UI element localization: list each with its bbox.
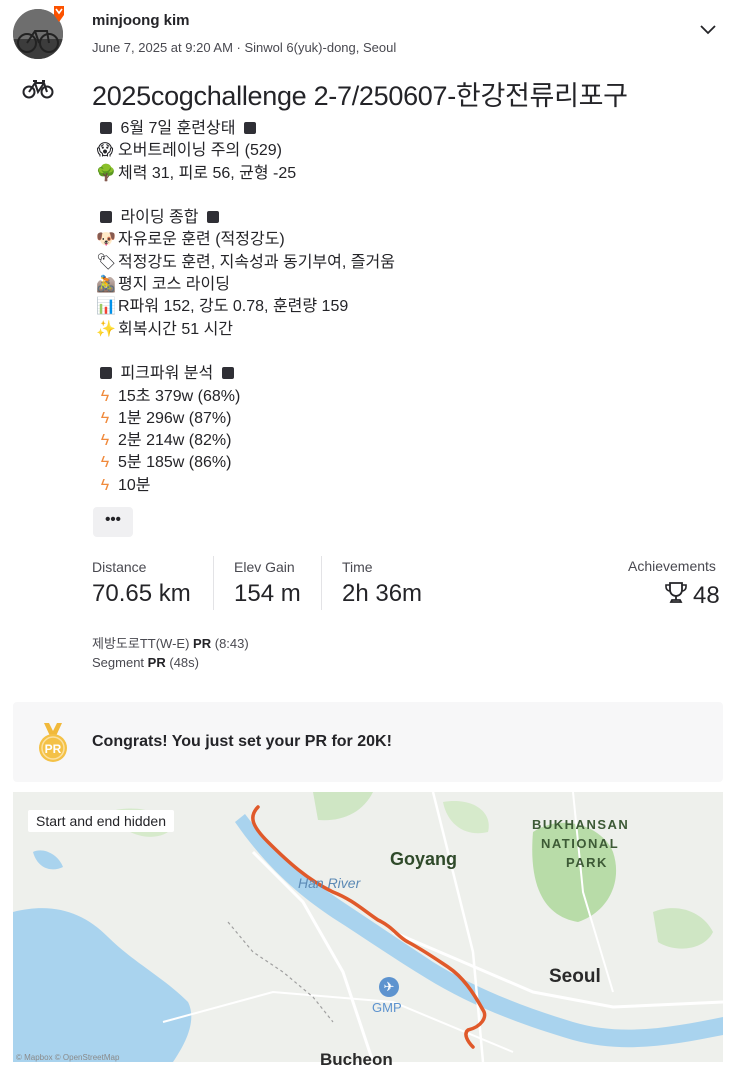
square-icon bbox=[100, 211, 112, 224]
pr-label: PR bbox=[147, 655, 166, 670]
dog-emoji-icon: 🐶 bbox=[96, 231, 116, 249]
bike-icon bbox=[22, 80, 54, 99]
square-icon bbox=[221, 367, 234, 380]
elev-gain-label: Elev Gain bbox=[234, 559, 295, 575]
stat-divider bbox=[213, 556, 214, 610]
lightning-emoji-icon: ϟ bbox=[100, 454, 110, 472]
square-icon bbox=[100, 367, 112, 380]
map-place-bukhansan: BUKHANSAN bbox=[532, 817, 630, 832]
pr-label: PR bbox=[193, 636, 212, 651]
segment-name: Segment bbox=[92, 655, 145, 670]
subscriber-badge-icon bbox=[54, 6, 64, 22]
peak-item: 2분 214w (82%) bbox=[118, 432, 232, 450]
time-label: Time bbox=[342, 559, 373, 575]
chevron-down-icon[interactable] bbox=[698, 22, 718, 36]
map-place-park: PARK bbox=[566, 855, 608, 870]
athlete-name[interactable]: minjoong kim bbox=[92, 12, 190, 29]
distance-label: Distance bbox=[92, 559, 147, 575]
scream-emoji-icon: 😱 bbox=[96, 142, 114, 160]
map-place-goyang: Goyang bbox=[390, 849, 458, 869]
bar-chart-emoji-icon: 📊 bbox=[96, 298, 116, 316]
map-place-gmp: GMP bbox=[372, 1000, 402, 1015]
lightning-emoji-icon: ϟ bbox=[100, 476, 110, 494]
segment-pr-row[interactable]: Segment PR (48s) bbox=[92, 655, 199, 670]
distance-value: 70.65 km bbox=[92, 580, 191, 607]
pr-message: Congrats! You just set your PR for 20K! bbox=[92, 733, 392, 750]
tag-emoji-icon: 🏷 bbox=[96, 253, 117, 271]
tree-emoji-icon: 🌳 bbox=[96, 164, 116, 182]
segment-pr-row[interactable]: 제방도로TT(W-E) PR (8:43) bbox=[92, 633, 249, 652]
sparkles-emoji-icon: ✨ bbox=[96, 320, 116, 338]
free-training-text: 자유로운 훈련 (적정강도) bbox=[118, 231, 285, 249]
map-place-national: NATIONAL bbox=[541, 836, 620, 851]
segment-name: 제방도로TT(W-E) bbox=[92, 636, 190, 651]
time-value: 2h 36m bbox=[342, 580, 423, 607]
start-end-hidden-label: Start and end hidden bbox=[28, 810, 174, 832]
course-text: 평지 코스 라이딩 bbox=[118, 276, 230, 294]
activity-description: 6월 7일 훈련상태 😱 오버트레이닝 주의 (529) 🌳 체력 31, 피로 5… bbox=[96, 118, 716, 497]
map-place-seoul: Seoul bbox=[549, 966, 601, 987]
route-map[interactable] bbox=[13, 792, 723, 1062]
airport-icon: ✈ bbox=[379, 977, 399, 997]
power-text: R파워 152, 강도 0.78, 훈련량 159 bbox=[118, 298, 349, 316]
achievements-label: Achievements bbox=[628, 558, 716, 574]
square-icon bbox=[206, 211, 219, 224]
fitness-text: 체력 31, 피로 56, 균형 -25 bbox=[118, 164, 297, 182]
recovery-text: 회복시간 51 시간 bbox=[118, 320, 234, 338]
lightning-emoji-icon: ϟ bbox=[100, 387, 110, 405]
segment-time: (48s) bbox=[169, 655, 199, 670]
peak-header: 피크파워 분석 bbox=[120, 365, 214, 383]
square-icon bbox=[100, 122, 112, 134]
peak-item: 10분 bbox=[118, 476, 151, 494]
map-attribution: © Mapbox © OpenStreetMap bbox=[16, 1053, 120, 1062]
pr-badge-text: PR bbox=[45, 742, 62, 756]
more-button[interactable]: ••• bbox=[93, 507, 133, 537]
map-place-bucheon: Bucheon bbox=[320, 1050, 393, 1069]
pr-medal-icon: PR bbox=[39, 723, 67, 762]
stat-divider bbox=[321, 556, 322, 610]
achievements-value: 48 bbox=[693, 582, 720, 609]
square-icon bbox=[243, 122, 256, 134]
map-place-han-river: Han River bbox=[298, 875, 361, 891]
peak-item: 15초 379w (68%) bbox=[118, 387, 241, 405]
overtraining-text: 오버트레이닝 주의 (529) bbox=[118, 142, 283, 160]
peak-item: 5분 185w (86%) bbox=[118, 454, 232, 472]
lightning-emoji-icon: ϟ bbox=[100, 409, 110, 427]
activity-meta: June 7, 2025 at 9:20 AM · Sinwol 6(yuk)-… bbox=[92, 40, 397, 55]
peak-item: 1분 296w (87%) bbox=[118, 409, 232, 427]
lightning-emoji-icon: ϟ bbox=[100, 432, 110, 450]
cyclist-emoji-icon: 🚵 bbox=[96, 276, 116, 294]
status-header: 6월 7일 훈련상태 bbox=[120, 120, 236, 137]
segment-time: (8:43) bbox=[214, 636, 249, 651]
elev-gain-value: 154 m bbox=[234, 580, 301, 607]
training-note-text: 적정강도 훈련, 지속성과 동기부여, 즐거움 bbox=[118, 253, 395, 271]
summary-header: 라이딩 종합 bbox=[120, 209, 199, 227]
activity-title[interactable]: 2025cogchallenge 2-7/250607-한강전류리포구 bbox=[92, 74, 628, 113]
trophy-icon bbox=[665, 582, 687, 603]
